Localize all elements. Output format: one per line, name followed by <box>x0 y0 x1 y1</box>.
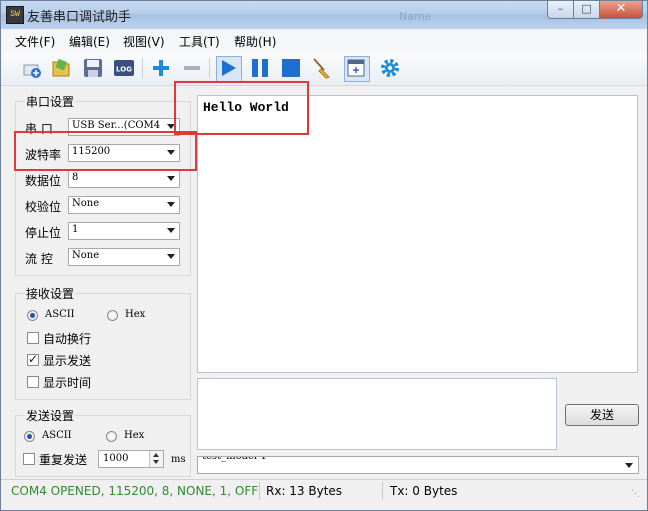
status-separator <box>259 482 260 500</box>
stepper-buttons[interactable] <box>149 451 163 467</box>
repeat-send-checkbox[interactable] <box>23 453 35 465</box>
receive-settings-group <box>15 293 191 400</box>
play-icon[interactable] <box>216 56 242 82</box>
pause-icon[interactable] <box>249 57 271 79</box>
chevron-down-icon <box>153 460 159 464</box>
receive-hex-radio[interactable] <box>107 310 118 321</box>
interval-value: 1000 <box>103 453 129 464</box>
clear-broom-icon[interactable] <box>311 57 333 79</box>
send-ascii-label: ASCII <box>42 430 72 441</box>
port-label: 串 口 <box>25 122 53 136</box>
send-settings-title: 发送设置 <box>25 407 76 424</box>
parity-value: None <box>72 198 100 209</box>
show-time-label: 显示时间 <box>43 376 92 390</box>
status-bar: COM4 OPENED, 115200, 8, NONE, 1, OFF Rx:… <box>1 479 647 503</box>
menu-tools[interactable]: 工具(T) <box>179 33 220 50</box>
toolbar: LOG <box>1 52 647 86</box>
add-icon[interactable] <box>150 57 172 79</box>
send-history-value: test_model-1 <box>202 456 267 462</box>
baud-value: 115200 <box>72 146 111 157</box>
toolbar-separator <box>209 58 210 78</box>
data-bits-value: 8 <box>72 172 79 183</box>
chevron-down-icon <box>167 254 175 259</box>
menu-file[interactable]: 文件(F) <box>15 33 55 50</box>
background-window-text: Name <box>399 10 432 23</box>
tx-count: Tx: 0 Bytes <box>390 484 458 498</box>
remove-icon[interactable] <box>181 57 203 79</box>
receive-settings-title: 接收设置 <box>25 285 76 302</box>
repeat-send-label: 重复发送 <box>39 453 88 467</box>
title-bar[interactable]: SW 友善串口调试助手 Name – □ ✕ <box>1 1 647 29</box>
minimize-button[interactable]: – <box>547 1 574 19</box>
app-window: SW 友善串口调试助手 Name – □ ✕ 文件(F) 编辑(E) 视图(V)… <box>0 0 648 511</box>
send-text-area[interactable] <box>197 378 557 450</box>
serial-settings-title: 串口设置 <box>25 93 76 110</box>
baud-label: 波特率 <box>25 148 62 162</box>
parity-select[interactable]: None <box>68 196 180 214</box>
port-select[interactable]: USB Ser...(COM4 <box>68 118 180 136</box>
menu-edit[interactable]: 编辑(E) <box>69 33 110 50</box>
chevron-down-icon <box>625 463 633 468</box>
send-ascii-radio[interactable] <box>24 431 35 442</box>
auto-wrap-label: 自动换行 <box>43 332 92 346</box>
flow-select[interactable]: None <box>68 248 180 266</box>
toolbar-separator <box>142 58 143 78</box>
receive-text: Hello World <box>203 100 289 115</box>
send-button[interactable]: 发送 <box>565 404 639 426</box>
data-bits-label: 数据位 <box>25 174 62 188</box>
save-icon[interactable] <box>82 57 104 79</box>
send-history-select[interactable]: test_model-1 <box>197 456 639 474</box>
interval-unit: ms <box>171 454 186 465</box>
port-status: COM4 OPENED, 115200, 8, NONE, 1, OFF <box>11 484 259 498</box>
menu-help[interactable]: 帮助(H) <box>234 33 276 50</box>
receive-ascii-label: ASCII <box>45 309 75 320</box>
auto-wrap-checkbox[interactable] <box>27 332 39 344</box>
new-icon[interactable] <box>21 57 43 79</box>
window-icon[interactable] <box>344 56 370 82</box>
app-icon: SW <box>6 6 24 24</box>
open-icon[interactable] <box>50 57 72 79</box>
rx-count: Rx: 13 Bytes <box>266 484 343 498</box>
gear-icon[interactable] <box>379 57 401 79</box>
chevron-down-icon <box>167 124 175 129</box>
parity-label: 校验位 <box>25 200 62 214</box>
flow-label: 流 控 <box>25 252 53 266</box>
show-send-label: 显示发送 <box>43 354 92 368</box>
log-icon[interactable]: LOG <box>113 57 135 79</box>
show-time-checkbox[interactable] <box>27 376 39 388</box>
receive-ascii-radio[interactable] <box>27 310 38 321</box>
show-send-checkbox[interactable] <box>27 352 39 366</box>
send-hex-radio[interactable] <box>106 431 117 442</box>
stop-icon[interactable] <box>280 57 302 79</box>
chevron-down-icon <box>167 202 175 207</box>
chevron-down-icon <box>167 228 175 233</box>
log-icon-text: LOG <box>116 66 132 74</box>
data-bits-select[interactable]: 8 <box>68 170 180 188</box>
chevron-down-icon <box>167 176 175 181</box>
receive-hex-label: Hex <box>125 309 146 320</box>
stop-bits-label: 停止位 <box>25 226 62 240</box>
menu-view[interactable]: 视图(V) <box>123 33 165 50</box>
flow-value: None <box>72 250 100 261</box>
resize-grip-icon[interactable]: ⋱ <box>631 489 640 499</box>
status-separator <box>382 482 383 500</box>
window-title: 友善串口调试助手 <box>27 10 132 25</box>
send-hex-label: Hex <box>124 430 145 441</box>
menu-bar: 文件(F) 编辑(E) 视图(V) 工具(T) 帮助(H) <box>1 30 647 53</box>
stop-bits-select[interactable]: 1 <box>68 222 180 240</box>
maximize-button[interactable]: □ <box>573 1 600 19</box>
chevron-down-icon <box>167 150 175 155</box>
interval-stepper[interactable]: 1000 <box>98 450 164 468</box>
chevron-up-icon <box>153 453 159 457</box>
baud-select[interactable]: 115200 <box>68 144 180 162</box>
port-value: USB Ser...(COM4 <box>72 120 161 131</box>
receive-text-area[interactable]: Hello World <box>197 95 638 373</box>
stop-bits-value: 1 <box>72 224 79 235</box>
close-button[interactable]: ✕ <box>599 1 643 19</box>
